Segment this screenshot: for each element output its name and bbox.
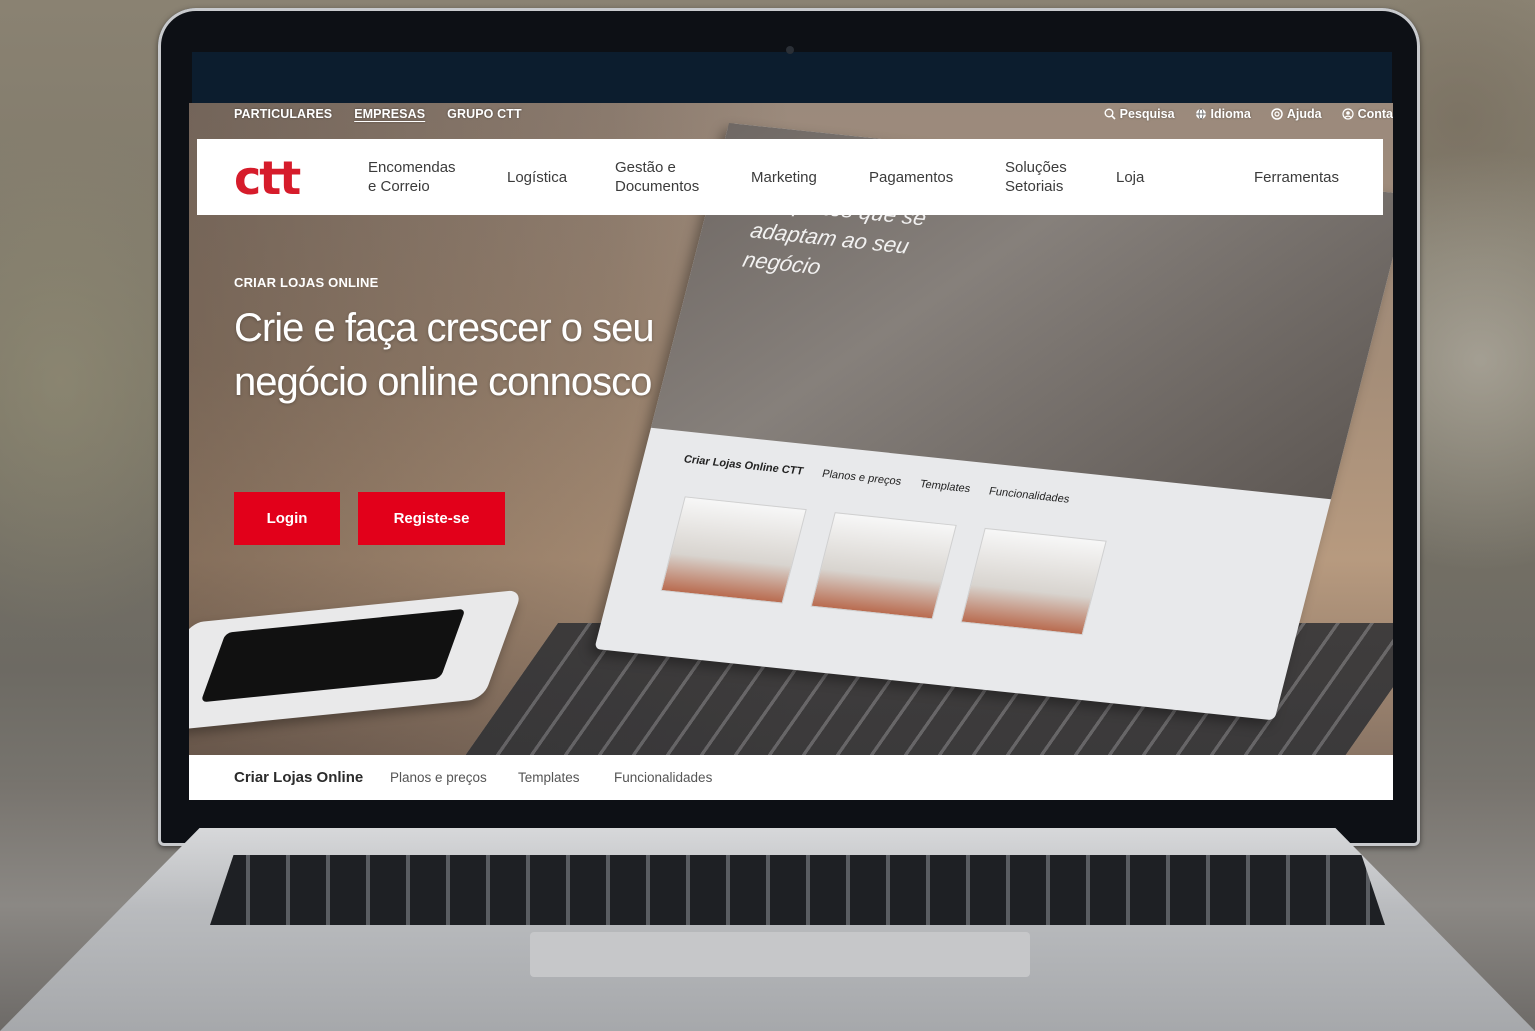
mock-template-thumb — [810, 512, 957, 620]
account-icon — [1341, 108, 1354, 120]
segment-links: PARTICULARES EMPRESAS GRUPO CTT — [234, 107, 522, 121]
help-link[interactable]: Ajuda — [1271, 107, 1322, 121]
account-link[interactable]: Conta — [1341, 107, 1393, 121]
hero-headline: Crie e faça crescer o seu negócio online… — [234, 306, 655, 404]
segment-particulares[interactable]: PARTICULARES — [234, 107, 332, 121]
account-label: Conta — [1357, 107, 1393, 121]
login-button[interactable]: Login — [234, 492, 340, 545]
language-label: Idioma — [1210, 107, 1251, 121]
hero-kicker: CRIAR LOJAS ONLINE — [234, 275, 379, 290]
nav-pagamentos[interactable]: Pagamentos — [869, 139, 953, 215]
web-page: templates que se adaptam ao seu negócio … — [189, 103, 1393, 800]
register-button[interactable]: Registe-se — [358, 492, 505, 545]
subnav-funcionalidades[interactable]: Funcionalidades — [614, 755, 712, 800]
ctt-logo[interactable]: ctt — [234, 151, 301, 205]
laptop-keyboard — [210, 855, 1385, 925]
nav-encomendas-e-correio[interactable]: Encomendas e Correio — [368, 139, 468, 215]
search-icon — [1104, 108, 1116, 120]
help-icon — [1271, 108, 1283, 120]
mock-tab: Criar Lojas Online CTT — [682, 453, 805, 478]
mock-template-thumb — [960, 527, 1107, 636]
segment-grupo-ctt[interactable]: GRUPO CTT — [447, 107, 522, 121]
nav-gestao-e-documentos[interactable]: Gestão e Documentos — [615, 139, 715, 215]
browser-bezel — [192, 52, 1392, 103]
segment-empresas[interactable]: EMPRESAS — [354, 107, 425, 121]
utility-links: Pesquisa Idioma Ajuda Conta — [1104, 107, 1393, 121]
globe-icon — [1195, 108, 1206, 120]
nav-loja[interactable]: Loja — [1116, 139, 1144, 215]
language-link[interactable]: Idioma — [1195, 107, 1251, 121]
nav-ferramentas[interactable]: Ferramentas — [1254, 139, 1339, 215]
phone-image — [189, 589, 523, 733]
main-navigation: ctt Encomendas e Correio Logística Gestã… — [197, 139, 1383, 215]
subnav-templates[interactable]: Templates — [518, 755, 580, 800]
nav-logistica[interactable]: Logística — [507, 139, 567, 215]
search-label: Pesquisa — [1119, 107, 1175, 121]
laptop-trackpad — [530, 932, 1030, 977]
search-link[interactable]: Pesquisa — [1104, 107, 1175, 121]
section-subnav: Criar Lojas Online Planos e preços Templ… — [189, 755, 1393, 800]
mock-template-thumb — [660, 496, 807, 604]
help-label: Ajuda — [1286, 107, 1322, 121]
camera-icon — [786, 46, 794, 54]
subnav-planos-e-precos[interactable]: Planos e preços — [390, 755, 487, 800]
subnav-criar-lojas-online[interactable]: Criar Lojas Online — [234, 755, 363, 800]
mock-tab: Funcionalidades — [987, 485, 1071, 506]
nav-marketing[interactable]: Marketing — [751, 139, 817, 215]
mock-tab: Planos e preços — [820, 467, 903, 488]
mock-tab: Templates — [918, 478, 972, 495]
nav-solucoes-setoriais[interactable]: Soluções Setoriais — [1005, 139, 1080, 215]
utility-bar: PARTICULARES EMPRESAS GRUPO CTT Pesquisa… — [189, 103, 1393, 127]
